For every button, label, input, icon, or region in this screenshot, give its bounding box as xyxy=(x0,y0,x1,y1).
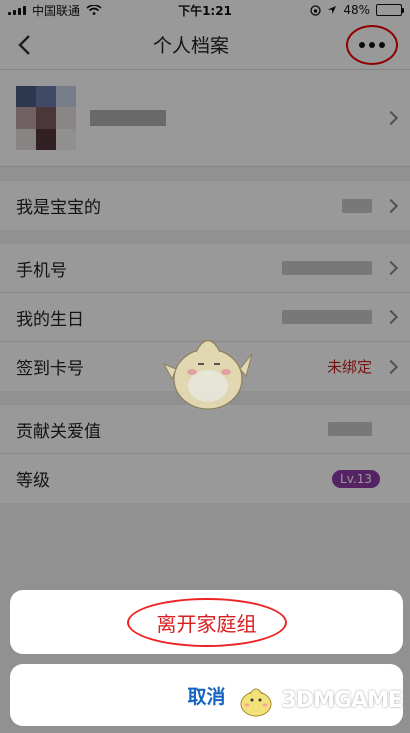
mascot-watermark-icon xyxy=(162,339,253,410)
leave-family-label: 离开家庭组 xyxy=(126,597,287,647)
site-watermark: 3DMGAME xyxy=(234,682,403,718)
watermark-text: 3DMGAME xyxy=(281,687,403,713)
leave-family-button[interactable]: 离开家庭组 xyxy=(10,590,403,654)
cancel-label: 取消 xyxy=(187,685,226,708)
mascot-logo-icon xyxy=(240,688,272,717)
